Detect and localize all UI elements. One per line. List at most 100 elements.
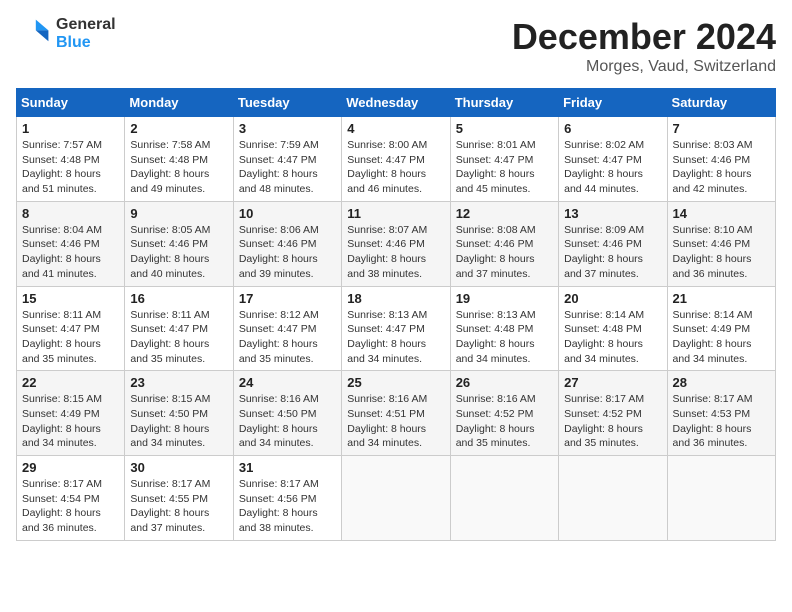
day-number: 9 [130,206,227,221]
calendar-cell: 27 Sunrise: 8:17 AM Sunset: 4:52 PM Dayl… [559,371,667,456]
header-day-sunday: Sunday [17,89,125,117]
day-info: Sunrise: 8:13 AM Sunset: 4:48 PM Dayligh… [456,308,553,367]
header-day-tuesday: Tuesday [233,89,341,117]
header-day-friday: Friday [559,89,667,117]
calendar-cell: 13 Sunrise: 8:09 AM Sunset: 4:46 PM Dayl… [559,201,667,286]
day-info: Sunrise: 8:02 AM Sunset: 4:47 PM Dayligh… [564,138,661,197]
day-info: Sunrise: 8:16 AM Sunset: 4:52 PM Dayligh… [456,392,553,451]
calendar-cell: 29 Sunrise: 8:17 AM Sunset: 4:54 PM Dayl… [17,456,125,541]
calendar-cell: 3 Sunrise: 7:59 AM Sunset: 4:47 PM Dayli… [233,117,341,202]
day-info: Sunrise: 7:57 AM Sunset: 4:48 PM Dayligh… [22,138,119,197]
day-number: 28 [673,375,770,390]
calendar-cell: 21 Sunrise: 8:14 AM Sunset: 4:49 PM Dayl… [667,286,775,371]
day-number: 7 [673,121,770,136]
calendar-cell: 19 Sunrise: 8:13 AM Sunset: 4:48 PM Dayl… [450,286,558,371]
day-number: 11 [347,206,444,221]
calendar-cell: 12 Sunrise: 8:08 AM Sunset: 4:46 PM Dayl… [450,201,558,286]
calendar-week-4: 22 Sunrise: 8:15 AM Sunset: 4:49 PM Dayl… [17,371,776,456]
calendar-cell: 9 Sunrise: 8:05 AM Sunset: 4:46 PM Dayli… [125,201,233,286]
day-number: 26 [456,375,553,390]
day-info: Sunrise: 8:01 AM Sunset: 4:47 PM Dayligh… [456,138,553,197]
header-day-monday: Monday [125,89,233,117]
day-number: 1 [22,121,119,136]
calendar-header-row: SundayMondayTuesdayWednesdayThursdayFrid… [17,89,776,117]
day-number: 15 [22,291,119,306]
day-info: Sunrise: 8:14 AM Sunset: 4:49 PM Dayligh… [673,308,770,367]
day-number: 2 [130,121,227,136]
calendar-week-3: 15 Sunrise: 8:11 AM Sunset: 4:47 PM Dayl… [17,286,776,371]
day-number: 25 [347,375,444,390]
header: General Blue December 2024 Morges, Vaud,… [16,16,776,76]
calendar-cell: 30 Sunrise: 8:17 AM Sunset: 4:55 PM Dayl… [125,456,233,541]
logo-icon [16,16,52,52]
day-number: 22 [22,375,119,390]
calendar-cell: 18 Sunrise: 8:13 AM Sunset: 4:47 PM Dayl… [342,286,450,371]
day-info: Sunrise: 7:59 AM Sunset: 4:47 PM Dayligh… [239,138,336,197]
day-info: Sunrise: 8:17 AM Sunset: 4:55 PM Dayligh… [130,477,227,536]
calendar-cell: 25 Sunrise: 8:16 AM Sunset: 4:51 PM Dayl… [342,371,450,456]
day-info: Sunrise: 8:07 AM Sunset: 4:46 PM Dayligh… [347,223,444,282]
day-number: 17 [239,291,336,306]
day-info: Sunrise: 8:11 AM Sunset: 4:47 PM Dayligh… [130,308,227,367]
location-title: Morges, Vaud, Switzerland [512,58,776,76]
calendar-cell [342,456,450,541]
calendar-cell: 14 Sunrise: 8:10 AM Sunset: 4:46 PM Dayl… [667,201,775,286]
day-number: 3 [239,121,336,136]
day-info: Sunrise: 8:16 AM Sunset: 4:51 PM Dayligh… [347,392,444,451]
calendar-week-5: 29 Sunrise: 8:17 AM Sunset: 4:54 PM Dayl… [17,456,776,541]
day-number: 8 [22,206,119,221]
day-number: 5 [456,121,553,136]
calendar-cell [667,456,775,541]
calendar-cell: 10 Sunrise: 8:06 AM Sunset: 4:46 PM Dayl… [233,201,341,286]
calendar-cell: 15 Sunrise: 8:11 AM Sunset: 4:47 PM Dayl… [17,286,125,371]
day-info: Sunrise: 8:04 AM Sunset: 4:46 PM Dayligh… [22,223,119,282]
day-info: Sunrise: 8:17 AM Sunset: 4:53 PM Dayligh… [673,392,770,451]
day-info: Sunrise: 8:00 AM Sunset: 4:47 PM Dayligh… [347,138,444,197]
calendar-cell: 5 Sunrise: 8:01 AM Sunset: 4:47 PM Dayli… [450,117,558,202]
day-number: 16 [130,291,227,306]
day-info: Sunrise: 8:15 AM Sunset: 4:50 PM Dayligh… [130,392,227,451]
day-info: Sunrise: 8:17 AM Sunset: 4:56 PM Dayligh… [239,477,336,536]
calendar-cell [450,456,558,541]
day-number: 6 [564,121,661,136]
day-info: Sunrise: 8:06 AM Sunset: 4:46 PM Dayligh… [239,223,336,282]
month-title: December 2024 [512,16,776,58]
day-info: Sunrise: 8:03 AM Sunset: 4:46 PM Dayligh… [673,138,770,197]
calendar-cell: 28 Sunrise: 8:17 AM Sunset: 4:53 PM Dayl… [667,371,775,456]
day-number: 31 [239,460,336,475]
day-info: Sunrise: 8:12 AM Sunset: 4:47 PM Dayligh… [239,308,336,367]
header-day-wednesday: Wednesday [342,89,450,117]
calendar-cell: 20 Sunrise: 8:14 AM Sunset: 4:48 PM Dayl… [559,286,667,371]
calendar-week-2: 8 Sunrise: 8:04 AM Sunset: 4:46 PM Dayli… [17,201,776,286]
day-number: 13 [564,206,661,221]
header-day-saturday: Saturday [667,89,775,117]
day-info: Sunrise: 8:05 AM Sunset: 4:46 PM Dayligh… [130,223,227,282]
day-number: 14 [673,206,770,221]
calendar-cell: 22 Sunrise: 8:15 AM Sunset: 4:49 PM Dayl… [17,371,125,456]
logo: General Blue [16,16,116,52]
day-info: Sunrise: 8:17 AM Sunset: 4:52 PM Dayligh… [564,392,661,451]
calendar-cell: 17 Sunrise: 8:12 AM Sunset: 4:47 PM Dayl… [233,286,341,371]
day-number: 24 [239,375,336,390]
day-number: 10 [239,206,336,221]
calendar-week-1: 1 Sunrise: 7:57 AM Sunset: 4:48 PM Dayli… [17,117,776,202]
day-number: 20 [564,291,661,306]
day-info: Sunrise: 8:15 AM Sunset: 4:49 PM Dayligh… [22,392,119,451]
day-number: 21 [673,291,770,306]
day-number: 30 [130,460,227,475]
title-area: December 2024 Morges, Vaud, Switzerland [512,16,776,76]
header-day-thursday: Thursday [450,89,558,117]
day-number: 23 [130,375,227,390]
day-info: Sunrise: 8:11 AM Sunset: 4:47 PM Dayligh… [22,308,119,367]
calendar-cell: 26 Sunrise: 8:16 AM Sunset: 4:52 PM Dayl… [450,371,558,456]
calendar-cell: 1 Sunrise: 7:57 AM Sunset: 4:48 PM Dayli… [17,117,125,202]
calendar-cell: 24 Sunrise: 8:16 AM Sunset: 4:50 PM Dayl… [233,371,341,456]
calendar-cell: 4 Sunrise: 8:00 AM Sunset: 4:47 PM Dayli… [342,117,450,202]
day-info: Sunrise: 8:13 AM Sunset: 4:47 PM Dayligh… [347,308,444,367]
day-info: Sunrise: 8:09 AM Sunset: 4:46 PM Dayligh… [564,223,661,282]
calendar-cell [559,456,667,541]
calendar-table: SundayMondayTuesdayWednesdayThursdayFrid… [16,88,776,541]
day-number: 12 [456,206,553,221]
day-number: 27 [564,375,661,390]
calendar-cell: 7 Sunrise: 8:03 AM Sunset: 4:46 PM Dayli… [667,117,775,202]
